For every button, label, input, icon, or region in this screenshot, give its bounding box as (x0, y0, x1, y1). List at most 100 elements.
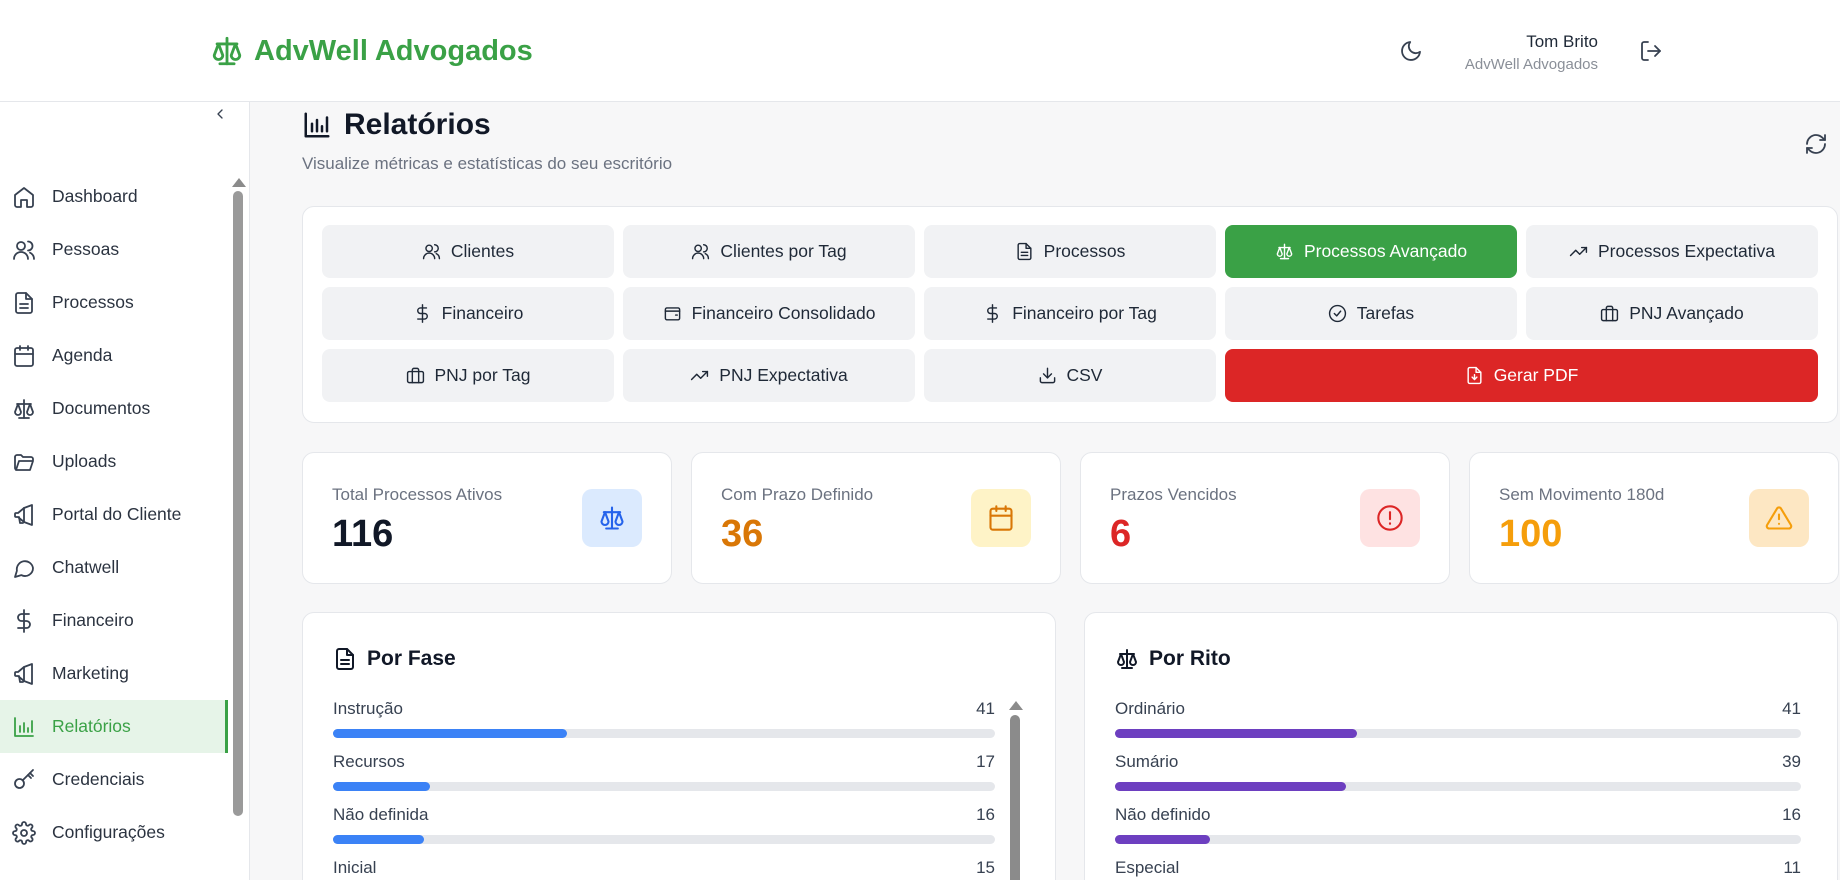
brand-name: AdvWell Advogados (254, 34, 533, 67)
sidebar-item-chatwell[interactable]: Chatwell (0, 541, 228, 594)
sidebar-item-documentos[interactable]: Documentos (0, 382, 228, 435)
tab-financeiro[interactable]: Financeiro (322, 287, 614, 340)
stat-label: Sem Movimento 180d (1499, 485, 1665, 504)
gear-icon (12, 820, 36, 845)
bar-chart-icon (14, 716, 34, 737)
sidebar-item-configuracoes[interactable]: Configurações (0, 806, 228, 859)
calendar-icon (14, 344, 34, 367)
sidebar-item-label: Configurações (52, 822, 165, 842)
logout-icon (1641, 41, 1661, 61)
tab-pnj-expectativa[interactable]: PNJ Expectativa (623, 349, 915, 402)
tab-processos-expectativa[interactable]: Processos Expectativa (1526, 225, 1818, 278)
stat-icon-box (971, 489, 1031, 547)
tab-label: Clientes por Tag (720, 241, 847, 261)
panel-scrollbar[interactable] (1009, 701, 1023, 880)
home-icon (14, 186, 34, 208)
bar-fill (333, 729, 567, 738)
bar-value: 11 (1783, 858, 1801, 877)
scrollbar-thumb[interactable] (233, 191, 243, 816)
sidebar-item-uploads[interactable]: Uploads (0, 435, 228, 488)
stat-value: 6 (1110, 513, 1132, 555)
tab-clientes-por-tag[interactable]: Clientes por Tag (623, 225, 915, 278)
stat-card: Com Prazo Definido 36 (691, 452, 1061, 584)
refresh-button[interactable] (1802, 130, 1830, 158)
sidebar-item-financeiro[interactable]: Financeiro (0, 594, 228, 647)
dollar-icon (987, 304, 999, 323)
sidebar-item-credenciais[interactable]: Credenciais (0, 753, 228, 806)
sidebar-item-dashboard[interactable]: Dashboard (0, 170, 228, 223)
user-name: Tom Brito (1526, 32, 1598, 51)
tab-financeiro-por-tag[interactable]: Financeiro por Tag (924, 287, 1216, 340)
alert-circle-icon (1377, 505, 1403, 531)
sidebar: Dashboard Pessoas Processos Agenda Documento… (0, 102, 250, 880)
bar-chart-icon (304, 112, 330, 138)
sidebar-item-label: Relatórios (52, 716, 131, 736)
bar-label: Não definido (1115, 805, 1211, 824)
users-icon (422, 244, 441, 260)
logout-button[interactable] (1636, 36, 1666, 66)
bar-row: Não definida 16 (333, 805, 995, 858)
report-tabs: Clientes Clientes por Tag Processos Process… (322, 225, 1818, 402)
scroll-up-arrow-icon[interactable] (232, 178, 246, 187)
sidebar-item-label: Credenciais (52, 769, 145, 789)
scroll-up-arrow-icon[interactable] (1009, 701, 1023, 710)
tab-csv[interactable]: CSV (924, 349, 1216, 402)
stat-label: Com Prazo Definido (721, 485, 874, 504)
scrollbar-thumb[interactable] (1010, 715, 1020, 880)
tab-label: Processos Avançado (1303, 241, 1468, 261)
tab-label: PNJ por Tag (434, 365, 531, 385)
stat-icon-box (1360, 489, 1420, 547)
scale-icon (600, 506, 624, 530)
page-title: Relatórios (302, 108, 491, 142)
sidebar-item-relatorios[interactable]: Relatórios (0, 700, 228, 753)
tab-processos-avancado[interactable]: Processos Avançado (1225, 225, 1517, 278)
stat-value: 36 (721, 513, 764, 555)
check-circle-icon (1328, 304, 1346, 323)
bar-value: 16 (1782, 805, 1801, 824)
panel-por-rito: Por Rito Ordinário 41 Sumário 39 Não definid… (1084, 612, 1838, 880)
page-title-text: Relatórios (344, 108, 491, 141)
file-download-icon (1467, 366, 1482, 385)
file-text-icon (1017, 242, 1032, 261)
sidebar-item-pessoas[interactable]: Pessoas (0, 223, 228, 276)
sidebar-item-marketing[interactable]: Marketing (0, 647, 228, 700)
tab-clientes[interactable]: Clientes (322, 225, 614, 278)
sidebar-collapse-button[interactable] (208, 102, 232, 126)
tab-gerar-pdf[interactable]: Gerar PDF (1225, 349, 1818, 402)
sidebar-item-portal-do-cliente[interactable]: Portal do Cliente (0, 488, 228, 541)
panel-title-text: Por Rito (1149, 647, 1231, 670)
scale-icon (1276, 243, 1293, 260)
warning-icon (1765, 506, 1793, 530)
user-info[interactable]: Tom Brito AdvWell Advogados (1465, 32, 1598, 73)
sidebar-item-label: Documentos (52, 398, 151, 418)
bar-value: 15 (976, 858, 995, 877)
tab-pnj-por-tag[interactable]: PNJ por Tag (322, 349, 614, 402)
trending-up-icon (691, 370, 709, 381)
sidebar-item-processos[interactable]: Processos (0, 276, 228, 329)
brand-logo[interactable]: AdvWell Advogados (210, 34, 533, 68)
bar-label: Especial (1115, 858, 1180, 877)
tab-processos[interactable]: Processos (924, 225, 1216, 278)
bar-value: 17 (976, 752, 995, 771)
sidebar-item-label: Agenda (52, 345, 113, 365)
theme-toggle-button[interactable] (1396, 36, 1426, 66)
bar-value: 16 (976, 805, 995, 824)
tab-financeiro-consolidado[interactable]: Financeiro Consolidado (623, 287, 915, 340)
file-text-icon (336, 648, 354, 670)
stat-label: Total Processos Ativos (332, 485, 503, 504)
sidebar-item-label: Dashboard (52, 186, 138, 206)
bar-row: Ordinário 41 (1115, 699, 1801, 752)
bar-fill (1115, 729, 1358, 738)
bar-value: 41 (976, 699, 995, 718)
sidebar-item-agenda[interactable]: Agenda (0, 329, 228, 382)
bar-value: 41 (1782, 699, 1801, 718)
briefcase-icon (406, 367, 424, 384)
sidebar-item-label: Uploads (52, 451, 117, 471)
tab-label: PNJ Avançado (1629, 303, 1744, 323)
tab-tarefas[interactable]: Tarefas (1225, 287, 1517, 340)
sidebar-item-label: Portal do Cliente (52, 504, 182, 524)
tab-label: Clientes (450, 241, 515, 261)
tab-pnj-avancado[interactable]: PNJ Avançado (1526, 287, 1818, 340)
fase-bars: Instrução 41 Recursos 17 Não definida 16 Inici… (333, 699, 995, 880)
sidebar-scrollbar[interactable] (232, 178, 246, 838)
